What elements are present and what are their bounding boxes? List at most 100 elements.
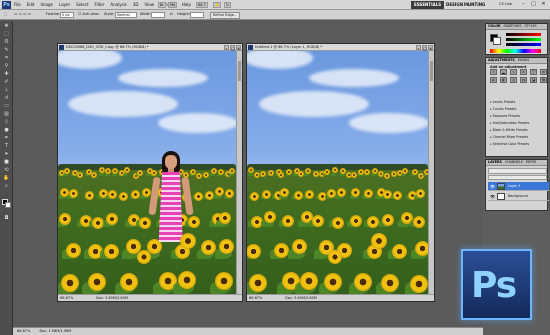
adjustment-preset-item[interactable]: Selective Color Presets xyxy=(490,142,545,147)
app-zoom[interactable]: 66.67% xyxy=(17,329,30,333)
minimize-icon[interactable]: – xyxy=(520,1,527,8)
adjustment-preset-item[interactable]: Levels Presets xyxy=(490,100,545,105)
menu-item-3d[interactable]: 3D xyxy=(133,2,139,7)
scrollbar-thumb[interactable] xyxy=(430,61,433,81)
document-zoom[interactable]: 66.67% xyxy=(249,295,262,301)
tab-color[interactable]: COLOR xyxy=(488,24,501,29)
eye-icon[interactable]: 👁 xyxy=(490,192,495,201)
feather-input[interactable]: 0 px xyxy=(60,12,74,18)
menu-item-help[interactable]: Help xyxy=(182,2,191,7)
move-tool-icon[interactable]: ✥ xyxy=(2,23,11,30)
eyedropper-tool-icon[interactable]: ⚲ xyxy=(2,63,11,70)
document-size[interactable]: Doc: 3.60M/3.60M xyxy=(96,295,128,301)
adjustment-preset-item[interactable]: Hue/Saturation Presets xyxy=(490,121,545,126)
hue-saturation-icon[interactable]: ≡ xyxy=(540,69,547,75)
menu-item-analysis[interactable]: Analysis xyxy=(110,2,126,7)
rotate-view-button[interactable]: ↻ xyxy=(224,2,231,8)
layer-row[interactable]: 👁 Background xyxy=(488,192,549,201)
zoom-tool-icon[interactable]: ⌕ xyxy=(2,183,11,190)
workspace-painting[interactable]: PAINTING xyxy=(461,1,488,9)
style-select[interactable]: Normal xyxy=(115,12,137,18)
green-slider[interactable] xyxy=(506,38,541,41)
invert-icon[interactable]: ◪ xyxy=(530,77,537,83)
minimize-icon[interactable]: – xyxy=(416,45,421,51)
maximize-icon[interactable]: □ xyxy=(422,45,427,51)
shape-tool-icon[interactable]: ■ xyxy=(2,159,11,166)
lasso-tool-icon[interactable]: ʘ xyxy=(2,39,11,46)
curves-icon[interactable]: ∿ xyxy=(510,69,517,75)
hand-tool-icon[interactable]: ✋ xyxy=(2,175,11,182)
photo-filter-icon[interactable]: ◎ xyxy=(510,77,517,83)
maximize-icon[interactable]: □ xyxy=(230,45,235,51)
document-window-2[interactable]: Untitled-1 @ 66.7% (Layer 1, RGB/8) * – □… xyxy=(246,43,435,302)
quick-select-tool-icon[interactable]: ✎ xyxy=(2,47,11,54)
close-icon[interactable]: ✕ xyxy=(540,1,547,8)
tab-adjustments[interactable]: ADJUSTMENTS xyxy=(488,58,515,63)
close-icon[interactable]: ✕ xyxy=(236,45,241,51)
layer-row[interactable]: 👁 Layer 1 xyxy=(488,182,549,191)
brush-tool-icon[interactable]: ✐ xyxy=(2,79,11,86)
lock-options-row[interactable] xyxy=(488,175,547,180)
swap-icon[interactable]: ⇄ xyxy=(170,12,173,16)
menu-item-filter[interactable]: Filter xyxy=(94,2,104,7)
width-input[interactable] xyxy=(151,12,165,18)
eraser-tool-icon[interactable]: ▭ xyxy=(2,103,11,110)
tab-swatches[interactable]: SWATCHES xyxy=(504,24,522,29)
healing-brush-tool-icon[interactable]: ✚ xyxy=(2,71,11,78)
menu-item-view[interactable]: View xyxy=(145,2,155,7)
photo-canvas[interactable] xyxy=(247,51,428,294)
document-title-bar[interactable]: DSC00968_DXO_ORD_Copy @ 66.7% (RGB/8) * xyxy=(58,44,242,51)
document-title-bar[interactable]: Untitled-1 @ 66.7% (Layer 1, RGB/8) * xyxy=(247,44,434,51)
history-brush-tool-icon[interactable]: ↺ xyxy=(2,95,11,102)
color-balance-icon[interactable]: ⚖ xyxy=(490,77,497,83)
blend-mode-select[interactable] xyxy=(488,168,547,174)
background-color-swatch[interactable] xyxy=(493,37,501,45)
path-select-tool-icon[interactable]: ➤ xyxy=(2,151,11,158)
workspace-essentials[interactable]: ESSENTIALS xyxy=(411,1,445,9)
pen-tool-icon[interactable]: ✒ xyxy=(2,135,11,142)
tab-masks[interactable]: MASKS xyxy=(518,58,529,63)
menu-item-file[interactable]: File xyxy=(14,2,21,7)
tab-paths[interactable]: PATHS xyxy=(526,160,536,165)
adjustment-preset-item[interactable]: Exposure Presets xyxy=(490,114,545,119)
cs-live-button[interactable]: CS Live xyxy=(499,2,512,6)
photo-canvas[interactable] xyxy=(58,51,236,294)
tab-styles[interactable]: STYLES xyxy=(525,24,537,29)
red-slider[interactable] xyxy=(506,33,541,36)
zoom-level-field[interactable]: 66.7 xyxy=(196,2,208,8)
vertical-scrollbar[interactable] xyxy=(236,51,242,294)
crop-tool-icon[interactable]: ⌗ xyxy=(2,55,11,62)
quick-mask-icon[interactable]: ◘ xyxy=(2,215,11,222)
document-zoom[interactable]: 66.67% xyxy=(60,295,73,301)
levels-icon[interactable]: ▂ xyxy=(500,69,507,75)
minimize-icon[interactable]: – xyxy=(224,45,229,51)
eye-icon[interactable]: 👁 xyxy=(490,182,495,191)
launch-bridge-button[interactable]: Br xyxy=(158,2,166,8)
clone-stamp-tool-icon[interactable]: ⊥ xyxy=(2,87,11,94)
document-size[interactable]: Doc: 3.60M/3.60M xyxy=(285,295,317,301)
marquee-tool-icon[interactable]: ⬚ xyxy=(4,12,7,16)
menu-item-edit[interactable]: Edit xyxy=(27,2,35,7)
menu-item-image[interactable]: Image xyxy=(40,2,53,7)
antialias-checkbox[interactable]: ☐ Anti-alias xyxy=(78,12,99,16)
posterize-icon[interactable]: ▤ xyxy=(540,77,547,83)
tab-channels[interactable]: CHANNELS xyxy=(505,160,523,165)
hand-tool-button[interactable]: ✋ xyxy=(213,2,222,8)
exposure-icon[interactable]: ± xyxy=(520,69,527,75)
refine-edge-button[interactable]: Refine Edge... xyxy=(210,11,241,19)
blur-tool-icon[interactable]: ◊ xyxy=(2,119,11,126)
background-color-swatch[interactable] xyxy=(5,202,11,208)
vibrance-icon[interactable]: ▽ xyxy=(530,69,537,75)
app-doc-size[interactable]: Doc: 1.98M/1.98M xyxy=(39,329,71,333)
blue-slider[interactable] xyxy=(506,43,541,46)
black-white-icon[interactable]: ◐ xyxy=(500,77,507,83)
adjustment-preset-item[interactable]: Channel Mixer Presets xyxy=(490,135,545,140)
menu-item-layer[interactable]: Layer xyxy=(59,2,70,7)
color-ramp[interactable] xyxy=(490,49,541,53)
adjustment-preset-item[interactable]: Curves Presets xyxy=(490,107,545,112)
tab-layers[interactable]: LAYERS xyxy=(488,160,502,165)
channel-mixer-icon[interactable]: ⋈ xyxy=(520,77,527,83)
vertical-scrollbar[interactable] xyxy=(428,51,434,294)
close-icon[interactable]: ✕ xyxy=(428,45,433,51)
scrollbar-thumb[interactable] xyxy=(238,61,241,81)
